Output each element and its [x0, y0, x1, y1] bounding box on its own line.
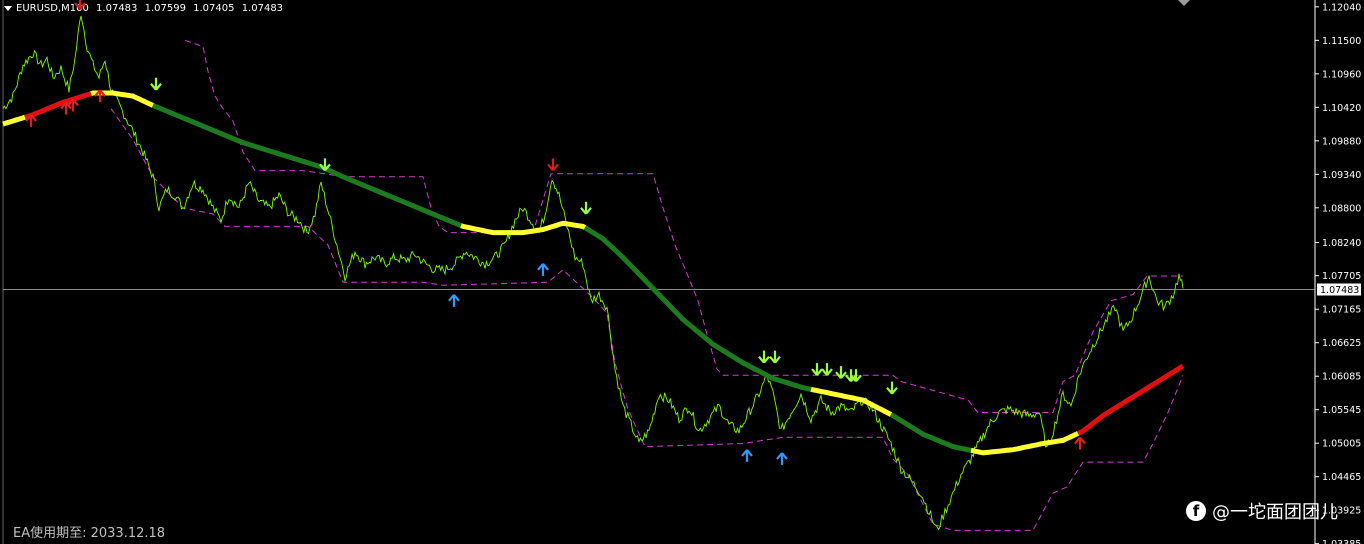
moving-average-segment: [152, 103, 462, 228]
sell-signal-arrow-icon: [811, 363, 823, 376]
sell-signal-arrow-icon: [74, 0, 86, 10]
y-tick-label: 1.09340: [1322, 170, 1361, 181]
y-tick-label: 1.10960: [1322, 69, 1361, 80]
watermark: f @一坨面团团儿: [1186, 498, 1338, 524]
buy-signal-arrow-icon: [537, 263, 549, 276]
sell-signal-arrow-icon: [547, 158, 559, 172]
moving-average-segment: [1076, 363, 1185, 436]
ea-expiry-label: EA使用期至: 2033.12.18: [13, 526, 166, 541]
y-tick-label: 1.06625: [1322, 338, 1361, 349]
buy-signal-arrow-icon: [776, 452, 788, 466]
y-tick-label: 1.03385: [1322, 539, 1361, 544]
y-tick-label: 1.08800: [1322, 203, 1361, 214]
chart-window[interactable]: EURUSD,M100 1.07483 1.07599 1.07405 1.07…: [0, 0, 1364, 544]
y-tick-label: 1.05005: [1322, 439, 1361, 450]
watermark-text: @一坨面团团儿: [1212, 502, 1338, 523]
buy-signal-arrow-icon: [1074, 436, 1086, 450]
y-tick-label: 1.07165: [1322, 305, 1361, 316]
y-tick-label: 1.06085: [1322, 372, 1361, 383]
sell-signal-arrow-icon: [580, 201, 592, 215]
moving-average-segment: [2, 114, 26, 127]
upper-band-line: [184, 39, 1183, 413]
buy-signal-arrow-icon: [448, 294, 460, 307]
y-tick-label: 1.08240: [1322, 238, 1361, 249]
moving-average-segment: [889, 412, 972, 453]
sell-signal-arrow-icon: [835, 366, 847, 379]
sell-signal-arrow-icon: [758, 350, 770, 364]
y-tick-label: 1.05545: [1322, 405, 1361, 416]
y-tick-label: 1.12040: [1322, 2, 1361, 13]
price-chart[interactable]: 1.12040 1.11500 1.10960 1.10420 1.09880 1.093…: [0, 0, 1364, 544]
facebook-icon: f: [1186, 501, 1206, 521]
moving-average-segment: [970, 431, 1080, 456]
moving-average-segment: [24, 91, 92, 120]
current-price-label: 1.07483: [1320, 285, 1359, 296]
buy-signal-arrow-icon: [741, 449, 753, 462]
sell-signal-arrow-icon: [821, 363, 833, 376]
moving-average-segment: [460, 220, 587, 236]
y-tick-label: 1.10420: [1322, 103, 1361, 114]
y-tick-label: 1.04465: [1322, 472, 1361, 483]
sell-signal-arrow-icon: [886, 381, 898, 395]
moving-average-segment: [583, 225, 812, 392]
y-tick-label: 1.09880: [1322, 136, 1361, 147]
y-tick-label: 1.07705: [1322, 271, 1361, 282]
moving-average-segment: [810, 386, 893, 417]
y-tick-label: 1.11500: [1322, 36, 1361, 47]
sell-signal-arrow-icon: [150, 77, 162, 91]
sell-signal-arrow-icon: [769, 350, 781, 364]
lower-band-line: [110, 108, 1184, 531]
